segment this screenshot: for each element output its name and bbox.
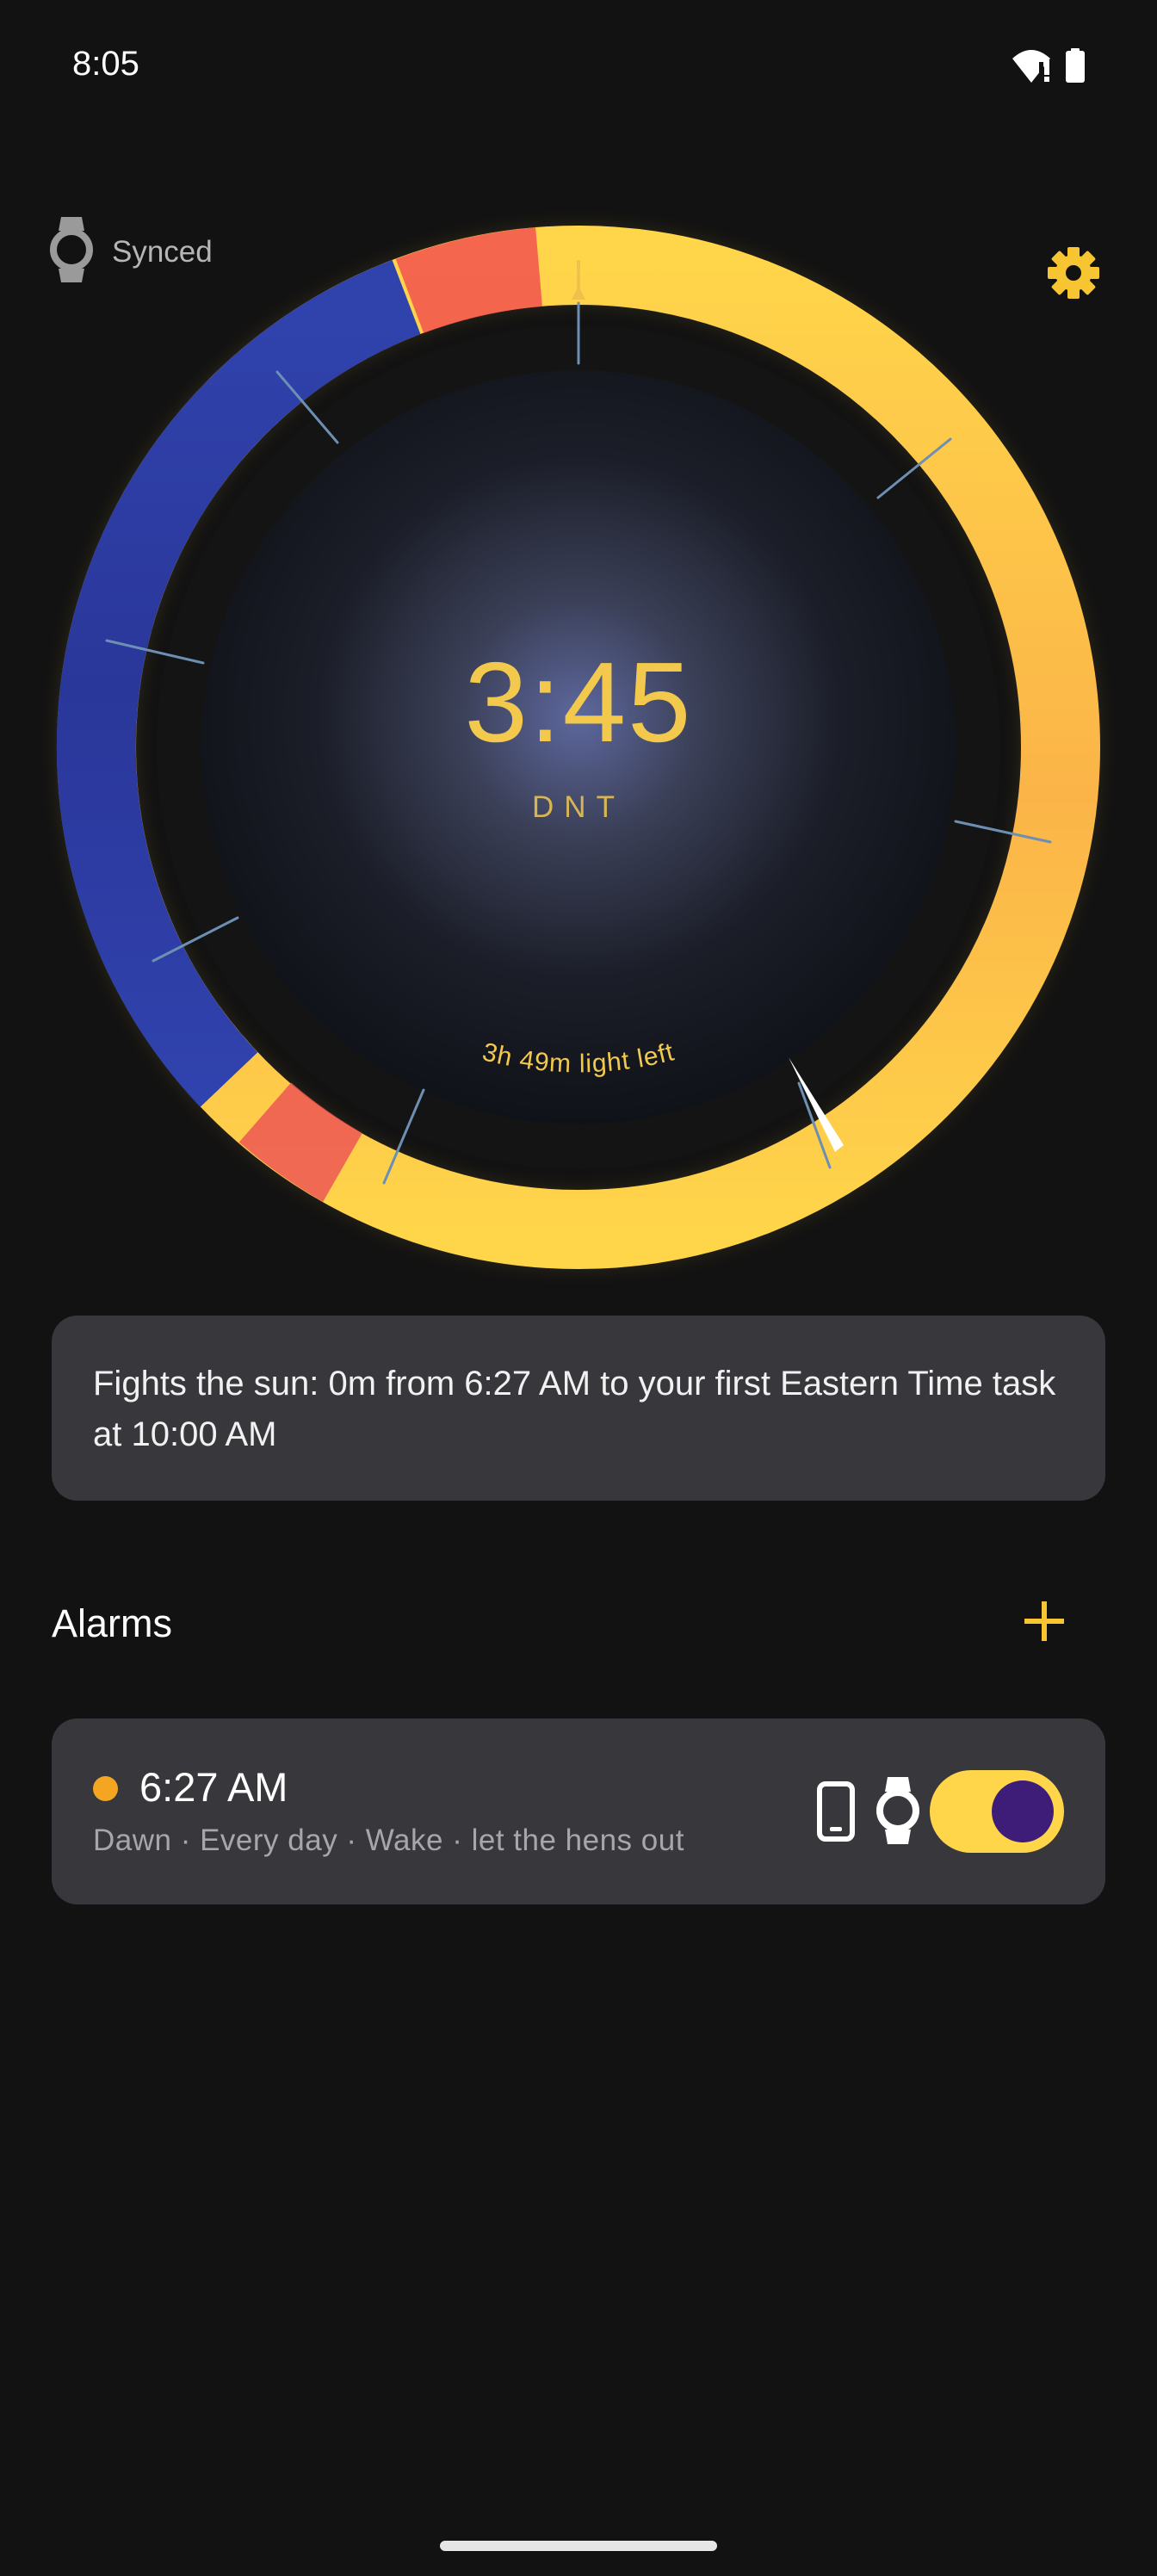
alarm-status-dot [93, 1776, 118, 1801]
watch-icon[interactable] [876, 1777, 919, 1848]
status-time: 8:05 [72, 45, 139, 83]
status-icons [1011, 46, 1085, 89]
alarm-meta: Dawn · Every day · Wake · let the hens o… [93, 1824, 684, 1857]
alarm-item[interactable]: 6:27 AM Dawn · Every day · Wake · let th… [52, 1718, 1105, 1904]
sun-info-text: Fights the sun: 0m from 6:27 AM to your … [93, 1365, 1056, 1453]
wifi-warning-icon [1011, 46, 1052, 89]
battery-icon [1066, 48, 1085, 87]
phone-icon[interactable] [816, 1780, 856, 1847]
alarm-toggle-knob [992, 1780, 1054, 1842]
dial-mode: DNT [532, 790, 625, 824]
add-alarm-button[interactable] [1016, 1595, 1073, 1651]
status-bar: 8:05 [0, 0, 1157, 138]
home-indicator[interactable] [440, 2541, 717, 2551]
alarms-title: Alarms [52, 1601, 173, 1645]
alarm-toggle[interactable] [930, 1770, 1064, 1853]
sun-info-card: Fights the sun: 0m from 6:27 AM to your … [52, 1316, 1105, 1501]
dial-time: 3:45 [464, 639, 693, 765]
alarm-time: 6:27 AM [139, 1764, 288, 1810]
plus-icon [1024, 1601, 1064, 1645]
